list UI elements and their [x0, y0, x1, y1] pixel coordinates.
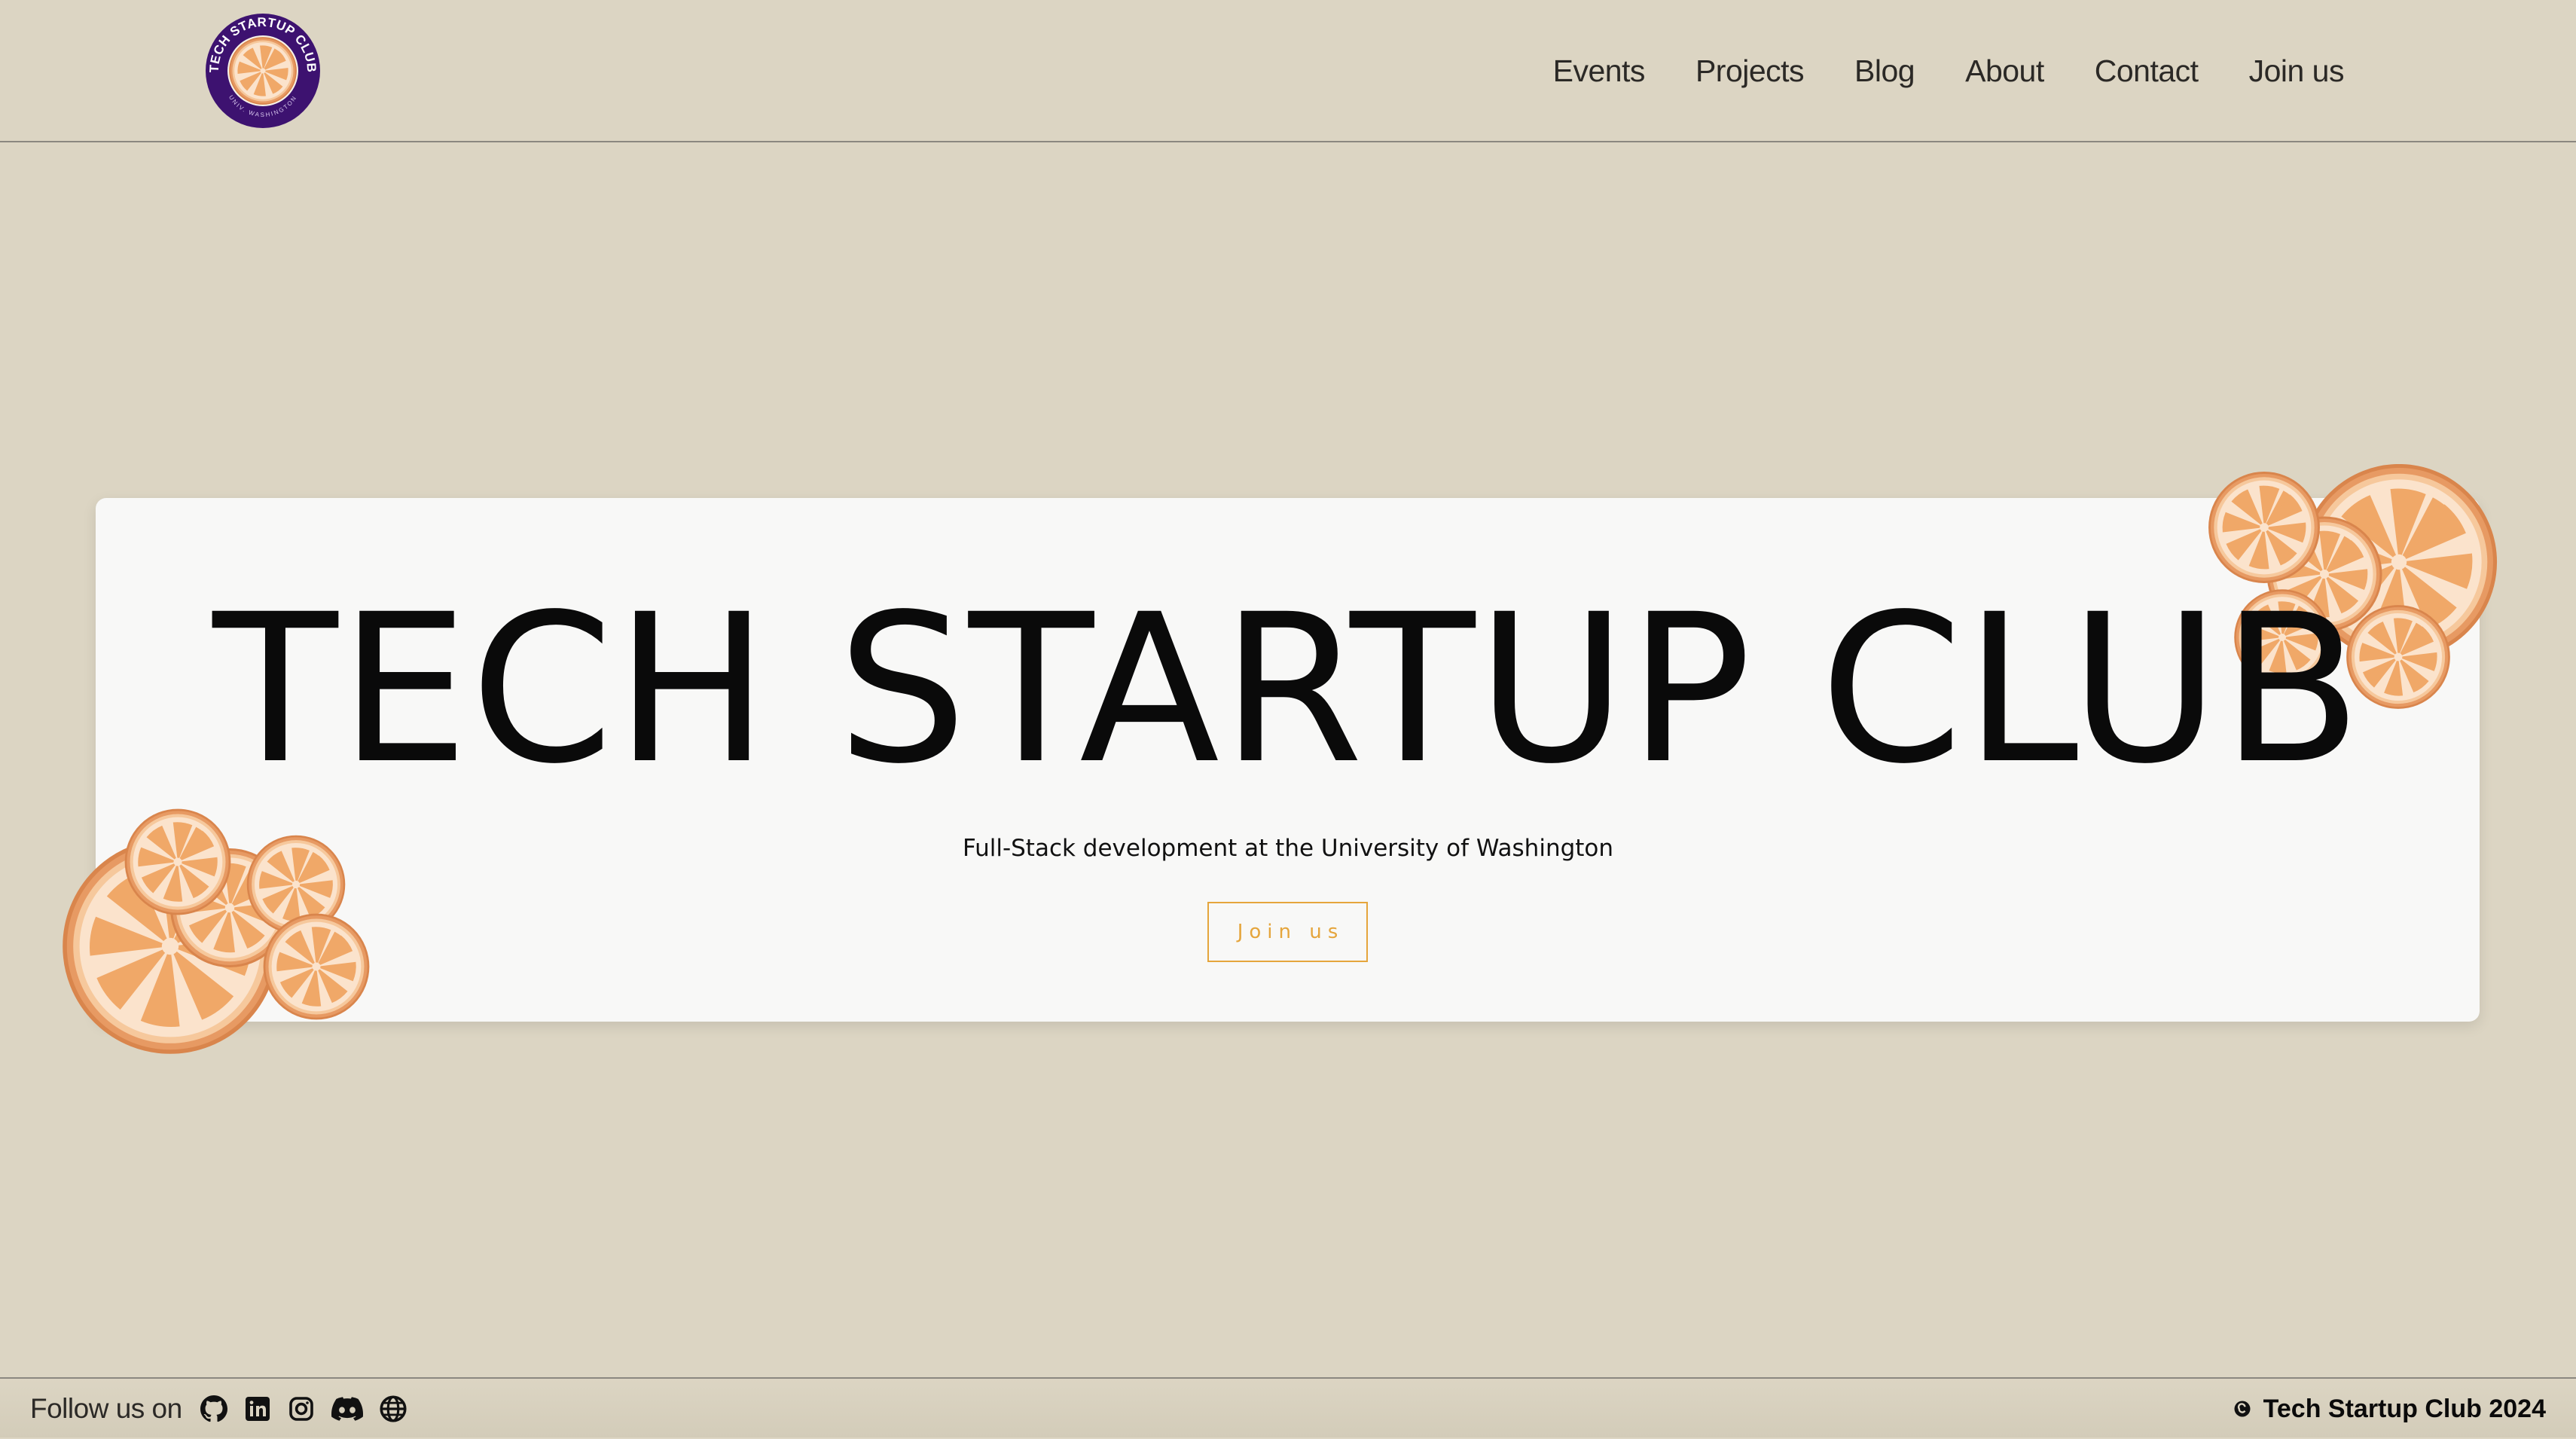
- copyright-text: Tech Startup Club 2024: [2263, 1394, 2546, 1423]
- nav-blog[interactable]: Blog: [1854, 53, 1915, 89]
- club-logo[interactable]: TECH STARTUP CLUB UNIV. WASHINGTON: [205, 13, 321, 129]
- github-icon[interactable]: [199, 1394, 229, 1424]
- nav-events[interactable]: Events: [1553, 53, 1646, 89]
- site-footer: Follow us on Tech Startup Club 2024: [0, 1377, 2576, 1437]
- linkedin-icon[interactable]: [243, 1394, 273, 1424]
- globe-icon[interactable]: [378, 1394, 408, 1424]
- hero-subtitle: Full-Stack development at the University…: [962, 835, 1614, 862]
- nav-about[interactable]: About: [1965, 53, 2044, 89]
- nav-contact[interactable]: Contact: [2095, 53, 2199, 89]
- social-links: [199, 1379, 408, 1439]
- nav-projects[interactable]: Projects: [1695, 53, 1805, 89]
- site-header: TECH STARTUP CLUB UNIV. WASHINGTON Event…: [0, 0, 2576, 142]
- follow-us-label: Follow us on: [30, 1393, 182, 1424]
- nav-join-us[interactable]: Join us: [2249, 53, 2345, 89]
- copyright: Tech Startup Club 2024: [2233, 1379, 2546, 1439]
- hero-title: TECH STARTUP CLUB: [212, 571, 2364, 809]
- join-us-button[interactable]: Join us: [1207, 902, 1368, 962]
- main-nav: Events Projects Blog About Contact Join …: [1553, 0, 2345, 142]
- copyright-icon: [2234, 1401, 2251, 1417]
- discord-icon[interactable]: [330, 1394, 365, 1424]
- instagram-icon[interactable]: [286, 1394, 316, 1424]
